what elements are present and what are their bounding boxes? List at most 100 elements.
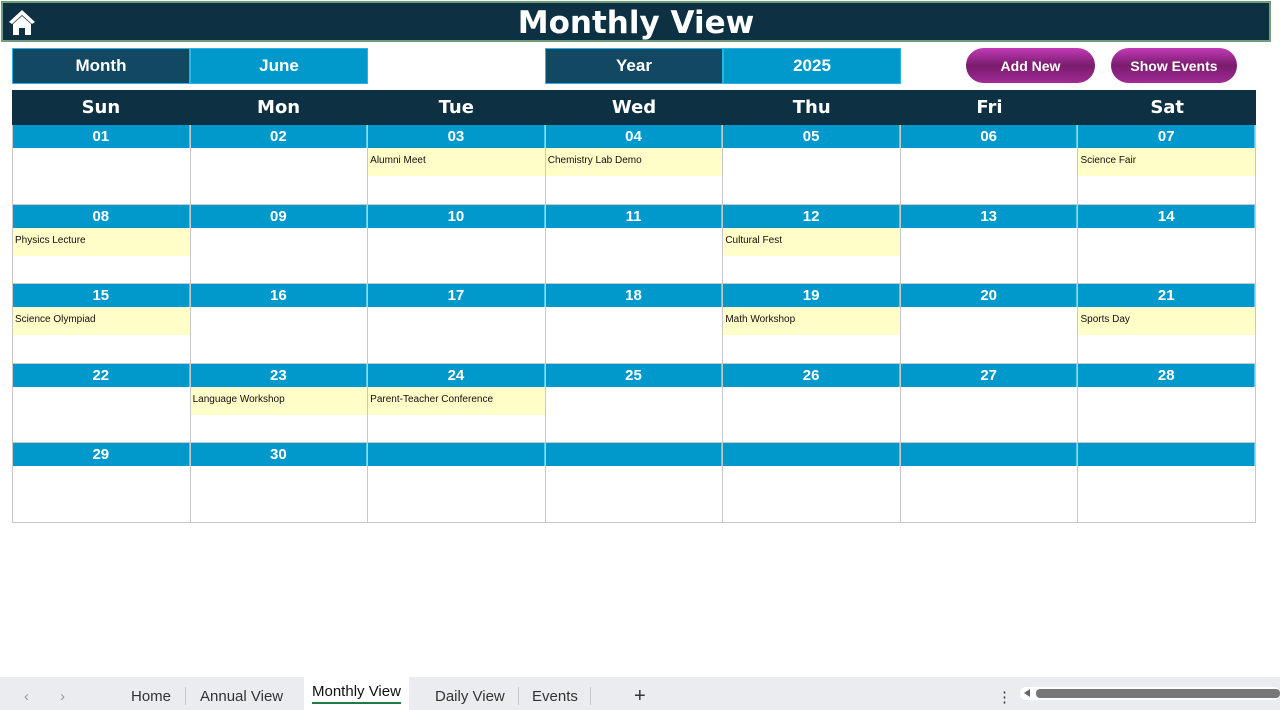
day-cell[interactable]: 30	[190, 443, 369, 523]
day-number: 28	[1078, 363, 1256, 387]
day-number: 15	[13, 284, 190, 308]
day-number: 12	[723, 204, 900, 228]
show-events-button[interactable]: Show Events	[1111, 48, 1237, 83]
event-item[interactable]: Science Fair	[1078, 148, 1256, 176]
day-cell[interactable]: 01	[12, 125, 191, 205]
day-number: 10	[368, 204, 545, 228]
event-item[interactable]: Language Workshop	[190, 386, 368, 415]
day-number: 14	[1078, 204, 1256, 228]
tab-daily-view[interactable]: Daily View	[435, 683, 505, 710]
day-cell[interactable]: 05	[723, 125, 901, 205]
weekday-mon: Mon	[257, 97, 301, 118]
week-row: 22 23 Language Workshop 24 Parent-Teacher Co…	[12, 363, 1257, 444]
tab-monthly-view-label: Monthly View	[312, 683, 401, 704]
more-options-icon[interactable]: ⋮	[997, 683, 1012, 710]
day-cell[interactable]: 23 Language Workshop	[190, 363, 369, 444]
day-number: 22	[13, 363, 190, 387]
day-cell[interactable]: 07 Science Fair	[1078, 125, 1257, 205]
tab-home[interactable]: Home	[131, 683, 171, 710]
calendar-grid: Sun Mon Tue Wed Thu Fri Sat 01 02 03 Alumni Meet 0…	[12, 90, 1257, 523]
day-number: 07	[1078, 125, 1256, 148]
week-row: 15 Science Olympiad 16 17 18 19 Math Workshop 2…	[12, 284, 1257, 364]
event-item[interactable]: Parent-Teacher Conference	[368, 386, 545, 415]
weekday-header: Sun Mon Tue Wed Thu Fri Sat	[12, 90, 1256, 125]
day-cell[interactable]: 06	[900, 125, 1079, 205]
weekday-sat: Sat	[1150, 97, 1185, 118]
event-item[interactable]: Science Olympiad	[13, 307, 190, 336]
day-cell[interactable]: 29	[12, 443, 191, 523]
day-number	[900, 443, 1078, 467]
month-select[interactable]: June	[190, 48, 368, 84]
day-number	[723, 443, 900, 467]
day-cell[interactable]: 20	[900, 284, 1079, 364]
day-cell[interactable]: 04 Chemistry Lab Demo	[545, 125, 724, 205]
day-number: 11	[545, 204, 723, 228]
day-number: 03	[368, 125, 545, 148]
week-row: 08 Physics Lecture 09 10 11 12 Cultural Fest 13…	[12, 204, 1257, 285]
day-cell[interactable]: 19 Math Workshop	[723, 284, 901, 364]
day-number: 18	[545, 284, 723, 308]
day-cell[interactable]: 13	[900, 204, 1079, 285]
day-cell[interactable]: 27	[900, 363, 1079, 444]
month-label: Month	[12, 48, 190, 84]
horizontal-scrollbar[interactable]	[1020, 687, 1280, 700]
day-cell[interactable]: 21 Sports Day	[1078, 284, 1257, 364]
day-number: 26	[723, 363, 900, 387]
day-cell[interactable]: 24 Parent-Teacher Conference	[368, 363, 546, 444]
sheet-tab-bar: ‹ › Home Annual View Monthly View Daily …	[0, 677, 1280, 710]
day-number: 24	[368, 363, 545, 387]
day-cell[interactable]	[723, 443, 901, 523]
day-cell[interactable]: 28	[1078, 363, 1257, 444]
add-sheet-button[interactable]: +	[634, 683, 646, 710]
year-select[interactable]: 2025	[723, 48, 901, 84]
scroll-right-icon[interactable]: ›	[60, 683, 65, 710]
event-item[interactable]: Physics Lecture	[13, 227, 190, 256]
day-number: 08	[13, 204, 190, 228]
day-cell[interactable]: 09	[190, 204, 369, 285]
weekday-tue: Tue	[438, 97, 474, 118]
day-number: 20	[900, 284, 1078, 308]
day-number	[368, 443, 545, 467]
day-number: 02	[190, 125, 368, 148]
tab-monthly-view[interactable]: Monthly View	[304, 677, 409, 710]
day-cell[interactable]: 16	[190, 284, 369, 364]
day-cell[interactable]	[1078, 443, 1257, 523]
event-item[interactable]: Alumni Meet	[368, 148, 545, 176]
event-item[interactable]: Math Workshop	[723, 307, 900, 336]
day-number: 19	[723, 284, 900, 308]
event-item[interactable]: Cultural Fest	[723, 227, 900, 256]
event-item[interactable]: Chemistry Lab Demo	[545, 148, 723, 176]
day-cell[interactable]	[368, 443, 546, 523]
day-cell[interactable]: 17	[368, 284, 546, 364]
day-cell[interactable]: 15 Science Olympiad	[12, 284, 191, 364]
event-item[interactable]: Sports Day	[1078, 307, 1256, 336]
day-cell[interactable]: 02	[190, 125, 369, 205]
day-cell[interactable]: 08 Physics Lecture	[12, 204, 191, 285]
day-cell[interactable]: 18	[545, 284, 724, 364]
day-cell[interactable]: 14	[1078, 204, 1257, 285]
weekday-fri: Fri	[976, 97, 1003, 118]
day-cell[interactable]	[545, 443, 724, 523]
page-title: Monthly View	[517, 5, 755, 41]
tab-annual-view[interactable]: Annual View	[200, 683, 283, 710]
day-number: 25	[545, 363, 723, 387]
day-cell[interactable]: 11	[545, 204, 724, 285]
day-cell[interactable]: 22	[12, 363, 191, 444]
day-cell[interactable]	[900, 443, 1079, 523]
day-cell[interactable]: 03 Alumni Meet	[368, 125, 546, 205]
day-cell[interactable]: 12 Cultural Fest	[723, 204, 901, 285]
day-number	[1078, 443, 1256, 467]
day-number: 09	[190, 204, 368, 228]
day-cell[interactable]: 25	[545, 363, 724, 444]
tab-events[interactable]: Events	[532, 683, 578, 710]
scroll-left-icon[interactable]: ‹	[24, 683, 29, 710]
add-new-button[interactable]: Add New	[966, 48, 1095, 83]
day-cell[interactable]: 10	[368, 204, 546, 285]
scroll-left-arrow-icon[interactable]	[1024, 689, 1030, 697]
weekday-sun: Sun	[81, 97, 121, 118]
day-number: 21	[1078, 284, 1256, 308]
day-cell[interactable]: 26	[723, 363, 901, 444]
scrollbar-thumb[interactable]	[1036, 689, 1280, 698]
title-bar: Monthly View	[1, 1, 1271, 42]
day-number: 29	[13, 443, 190, 467]
